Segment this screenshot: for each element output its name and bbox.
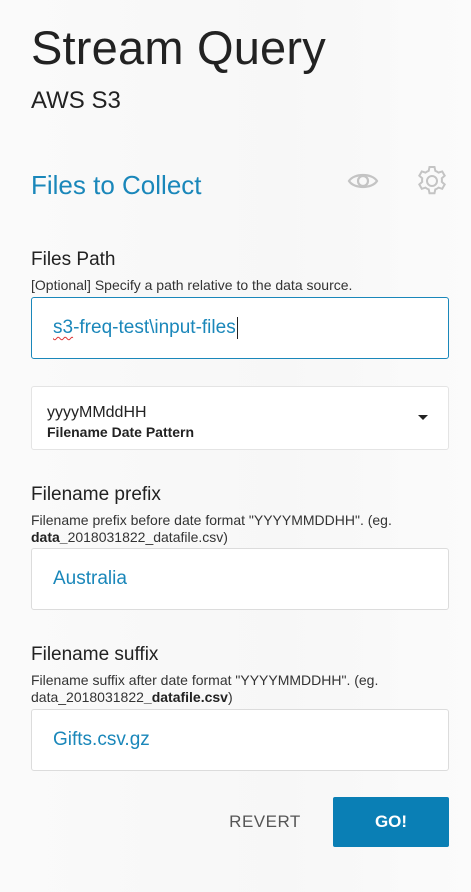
date-pattern-value: yyyyMMddHH xyxy=(47,404,147,421)
filename-suffix-hint-rest: ) xyxy=(227,689,233,705)
stream-query-panel: Stream Query AWS S3 Files to Collect Fil… xyxy=(0,0,471,892)
files-path-value-part2: -freq-test\input-files xyxy=(73,317,236,338)
files-path-hint: [Optional] Specify a path relative to th… xyxy=(31,277,353,293)
filename-prefix-hint-rest: 2018031822_datafile.csv) xyxy=(67,529,228,545)
filename-prefix-input[interactable]: Australia xyxy=(31,548,449,610)
filename-prefix-label: Filename prefix xyxy=(31,484,161,505)
date-pattern-select[interactable]: yyyyMMddHH Filename Date Pattern xyxy=(31,386,449,450)
filename-suffix-hint: Filename suffix after date format "YYYYM… xyxy=(31,672,451,706)
gear-icon[interactable] xyxy=(414,163,450,199)
filename-prefix-value: Australia xyxy=(53,568,127,589)
page-title: Stream Query xyxy=(31,21,326,74)
date-pattern-label: Filename Date Pattern xyxy=(47,424,195,440)
page-subtitle: AWS S3 xyxy=(31,87,121,114)
eye-icon[interactable] xyxy=(345,163,381,199)
filename-suffix-hint-bold: _datafile.csv xyxy=(143,689,228,705)
section-title: Files to Collect xyxy=(31,170,202,200)
filename-suffix-label: Filename suffix xyxy=(31,644,159,665)
dropdown-arrow-icon xyxy=(418,415,428,420)
filename-suffix-input[interactable]: Gifts.csv.gz xyxy=(31,709,449,771)
filename-prefix-hint: Filename prefix before date format "YYYY… xyxy=(31,512,451,546)
files-path-input[interactable]: s3 -freq-test\input-files xyxy=(31,297,449,359)
files-path-value-part1: s3 xyxy=(53,317,74,338)
revert-button[interactable]: REVERT xyxy=(215,798,315,846)
files-path-label: Files Path xyxy=(31,249,116,270)
filename-prefix-hint-text: Filename prefix before date format "YYYY… xyxy=(31,512,392,528)
filename-suffix-value: Gifts.csv.gz xyxy=(53,729,150,750)
filename-prefix-hint-bold: data_ xyxy=(31,529,68,545)
go-button[interactable]: GO! xyxy=(333,797,449,847)
text-caret xyxy=(236,317,238,339)
